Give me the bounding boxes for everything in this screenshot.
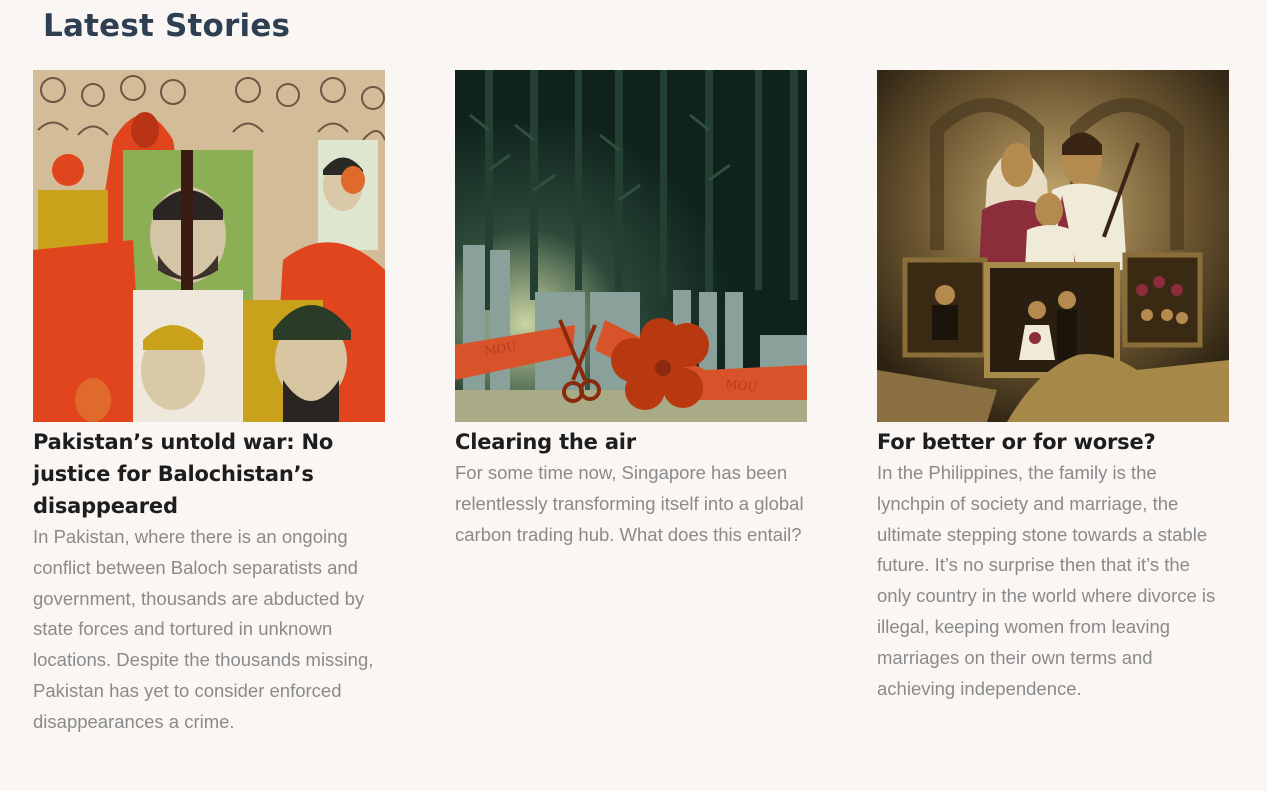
story-card-pakistan[interactable]: Pakistan’s untold war: No justice for Ba…: [33, 70, 385, 738]
ribbon-cutting-forest-illustration: MOU MOU: [455, 70, 807, 422]
story-description: In Pakistan, where there is an ongoing c…: [33, 526, 374, 732]
protest-crowd-illustration: [33, 70, 385, 422]
story-image-link[interactable]: [33, 70, 385, 422]
story-title-link[interactable]: Clearing the air: [455, 430, 636, 454]
story-description: In the Philippines, the family is the ly…: [877, 462, 1216, 699]
story-card-philippines[interactable]: For better or for worse? In the Philippi…: [877, 70, 1229, 704]
story-title[interactable]: For better or for worse?: [877, 426, 1229, 458]
family-portrait-illustration: [877, 70, 1229, 422]
story-title[interactable]: Pakistan’s untold war: No justice for Ba…: [33, 426, 385, 522]
story-title-link[interactable]: Pakistan’s untold war: No justice for Ba…: [33, 430, 333, 518]
section-title: Latest Stories: [43, 8, 291, 44]
story-description: For some time now, Singapore has been re…: [455, 462, 804, 545]
story-title[interactable]: Clearing the air: [455, 426, 807, 458]
story-image-link[interactable]: MOU MOU: [455, 70, 807, 422]
story-card-singapore[interactable]: MOU MOU Clearing the air For some time n…: [455, 70, 807, 550]
story-image-link[interactable]: [877, 70, 1229, 422]
story-title-link[interactable]: For better or for worse?: [877, 430, 1156, 454]
